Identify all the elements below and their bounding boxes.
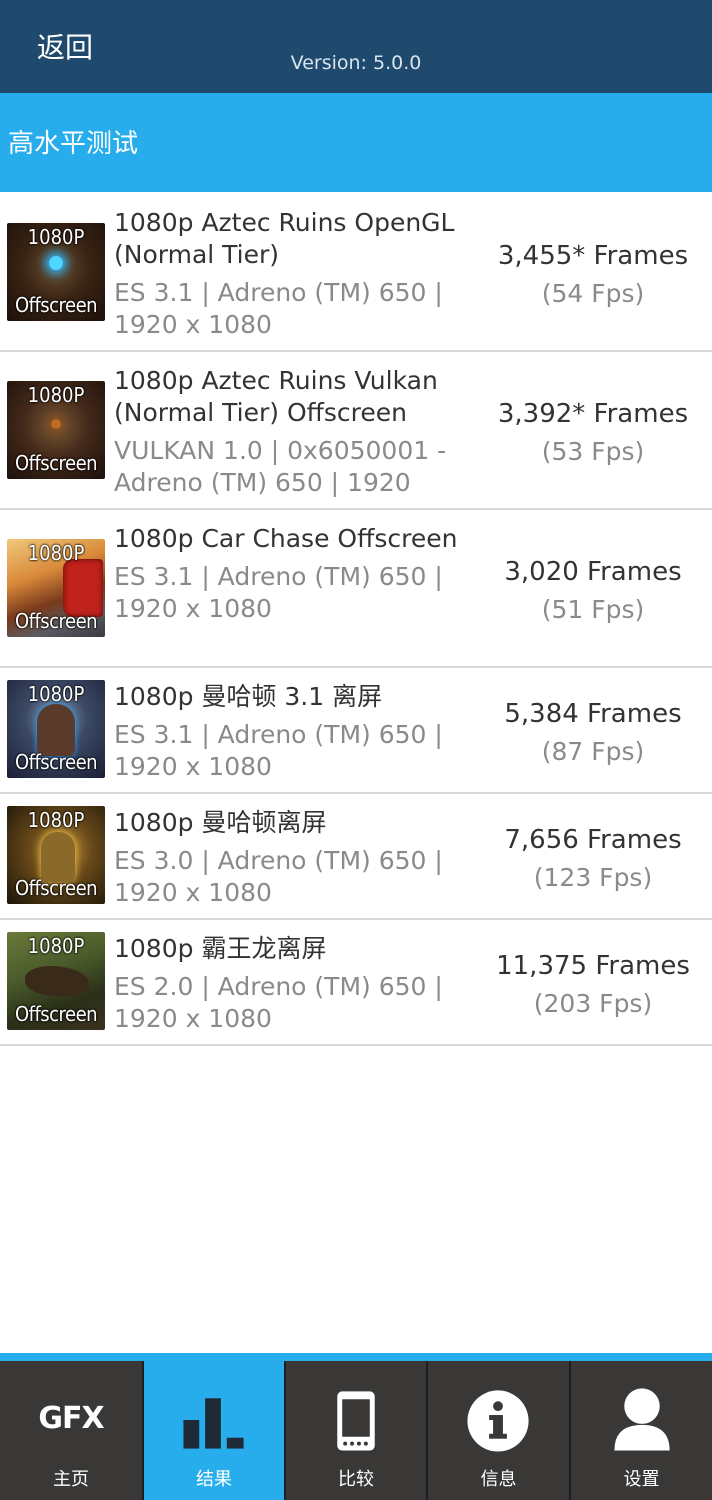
thumbnail-resolution-label: 1080P: [27, 541, 85, 565]
result-row[interactable]: 1080P Offscreen 1080p Aztec Ruins Vulkan…: [0, 352, 712, 510]
test-detail: ES 3.1 | Adreno (TM) 650 | 1920 x 1080: [114, 720, 443, 781]
frames-score: 7,656 Frames: [504, 825, 682, 855]
aztec-opengl-thumbnail: 1080P Offscreen: [7, 223, 105, 321]
fps-score: (87 Fps): [541, 737, 645, 766]
result-row[interactable]: 1080P Offscreen 1080p 曼哈顿 3.1 离屏 ES 3.1 …: [0, 668, 712, 794]
test-name: 1080p Aztec Ruins Vulkan (Normal Tier) O…: [114, 366, 438, 427]
frames-score: 5,384 Frames: [504, 699, 682, 729]
phone-icon: [337, 1391, 375, 1451]
thumbnail-resolution-label: 1080P: [27, 682, 85, 706]
test-name: 1080p 曼哈顿离屏: [114, 808, 327, 837]
tab-label: 主页: [53, 1469, 89, 1490]
thumbnail-offscreen-label: Offscreen: [14, 609, 98, 633]
test-name: 1080p Car Chase Offscreen: [114, 524, 458, 553]
result-row[interactable]: 1080P Offscreen 1080p 曼哈顿离屏 ES 3.0 | Adr…: [0, 794, 712, 920]
fps-score: (54 Fps): [541, 279, 645, 308]
test-detail: ES 2.0 | Adreno (TM) 650 | 1920 x 1080: [114, 972, 443, 1033]
glow-decoration: [49, 256, 63, 270]
car-chase-thumbnail: 1080P Offscreen: [7, 539, 105, 637]
test-name: 1080p 曼哈顿 3.1 离屏: [114, 682, 383, 711]
top-bar: 返回 Version: 5.0.0: [0, 0, 712, 93]
test-detail: VULKAN 1.0 | 0x6050001 - Adreno (TM) 650…: [114, 436, 447, 497]
frames-score: 3,020 Frames: [504, 557, 682, 587]
bar-chart-icon: [183, 1398, 244, 1449]
glow-decoration: [51, 419, 61, 429]
gfx-logo-icon: GFX: [38, 1401, 104, 1436]
section-header: 高水平测试: [0, 93, 712, 192]
manhattan-thumbnail: 1080P Offscreen: [7, 806, 105, 904]
thumbnail-resolution-label: 1080P: [27, 383, 85, 407]
test-detail: ES 3.1 | Adreno (TM) 650 | 1920 x 1080: [114, 562, 443, 623]
thumbnail-resolution-label: 1080P: [27, 934, 85, 958]
version-label: Version: 5.0.0: [290, 52, 422, 74]
test-name: 1080p 霸王龙离屏: [114, 934, 327, 963]
thumbnail-resolution-label: 1080P: [27, 808, 85, 832]
manhattan-31-thumbnail: 1080P Offscreen: [7, 680, 105, 778]
frames-score: 3,392* Frames: [497, 399, 689, 429]
trex-thumbnail: 1080P Offscreen: [7, 932, 105, 1030]
fps-score: (53 Fps): [541, 437, 645, 466]
results-list: 1080P Offscreen 1080p Aztec Ruins OpenGL…: [0, 192, 712, 1046]
tab-compare[interactable]: 比较: [284, 1361, 426, 1500]
tab-home[interactable]: GFX 主页: [0, 1361, 142, 1500]
test-name: 1080p Aztec Ruins OpenGL (Normal Tier): [114, 208, 455, 269]
robot-shape: [37, 704, 75, 756]
fps-score: (123 Fps): [533, 863, 653, 892]
tab-info[interactable]: 信息: [426, 1361, 569, 1500]
fps-score: (51 Fps): [541, 595, 645, 624]
tab-results[interactable]: 结果: [142, 1361, 284, 1500]
frames-score: 11,375 Frames: [496, 951, 690, 981]
result-row[interactable]: 1080P Offscreen 1080p 霸王龙离屏 ES 2.0 | Adr…: [0, 920, 712, 1046]
tab-label: 比较: [338, 1469, 374, 1490]
info-icon: [467, 1390, 529, 1452]
thumbnail-offscreen-label: Offscreen: [14, 1002, 98, 1026]
user-icon: [614, 1388, 670, 1451]
bottom-tab-bar: GFX 主页 结果 比较 信息 设置: [0, 1353, 712, 1500]
result-row[interactable]: 1080P Offscreen 1080p Aztec Ruins OpenGL…: [0, 192, 712, 352]
thumbnail-offscreen-label: Offscreen: [14, 750, 98, 774]
fps-score: (203 Fps): [533, 989, 653, 1018]
tab-label: 设置: [623, 1469, 660, 1490]
thumbnail-offscreen-label: Offscreen: [14, 293, 98, 317]
test-detail: ES 3.0 | Adreno (TM) 650 | 1920 x 1080: [114, 846, 443, 907]
tab-label: 信息: [480, 1469, 517, 1490]
aztec-vulkan-thumbnail: 1080P Offscreen: [7, 381, 105, 479]
tab-label: 结果: [196, 1469, 232, 1490]
robot-shape: [41, 832, 75, 882]
thumbnail-offscreen-label: Offscreen: [14, 876, 98, 900]
result-row[interactable]: 1080P Offscreen 1080p Car Chase Offscree…: [0, 510, 712, 668]
test-detail: ES 3.1 | Adreno (TM) 650 | 1920 x 1080: [114, 278, 443, 339]
dinosaur-shape: [25, 966, 89, 996]
section-title: 高水平测试: [8, 129, 139, 159]
thumbnail-offscreen-label: Offscreen: [14, 451, 98, 475]
tab-settings[interactable]: 设置: [569, 1361, 712, 1500]
thumbnail-resolution-label: 1080P: [27, 225, 85, 249]
frames-score: 3,455* Frames: [497, 241, 689, 271]
